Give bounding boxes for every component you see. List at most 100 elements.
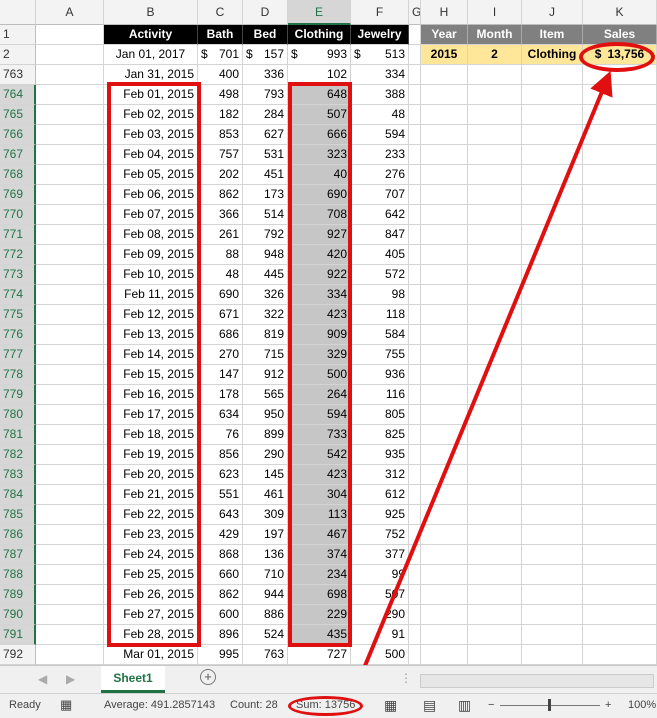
cell-bath[interactable]: 995 (198, 645, 243, 665)
cell-bed[interactable]: 461 (243, 485, 288, 505)
cell-empty[interactable] (421, 85, 468, 105)
cell-bed[interactable]: 322 (243, 305, 288, 325)
cell-bed[interactable]: 445 (243, 265, 288, 285)
column-header-i[interactable]: I (468, 0, 522, 25)
cell-empty[interactable] (421, 585, 468, 605)
cell-empty[interactable] (421, 405, 468, 425)
cell-empty[interactable] (421, 385, 468, 405)
cell-empty[interactable] (409, 125, 421, 145)
cell-bed[interactable]: 531 (243, 145, 288, 165)
cell-empty[interactable] (409, 345, 421, 365)
cell-empty[interactable] (522, 65, 583, 85)
row-header[interactable]: 778 (0, 365, 36, 385)
cell-date[interactable]: Feb 02, 2015 (104, 105, 198, 125)
cell-empty[interactable] (583, 225, 657, 245)
row-header[interactable]: 763 (0, 65, 36, 85)
column-header-e[interactable]: E (288, 0, 351, 25)
cell-date[interactable]: Feb 22, 2015 (104, 505, 198, 525)
cell-jewelry[interactable]: 233 (351, 145, 409, 165)
row-header[interactable]: 767 (0, 145, 36, 165)
add-sheet-icon[interactable]: + (200, 669, 216, 685)
cell-bed[interactable]: 715 (243, 345, 288, 365)
cell-empty[interactable] (522, 465, 583, 485)
cell-empty[interactable] (421, 605, 468, 625)
cell-jewelry[interactable]: 48 (351, 105, 409, 125)
cell-jewelry[interactable]: 312 (351, 465, 409, 485)
cell-clothing[interactable]: 234 (288, 565, 351, 585)
cell-jewelry[interactable]: 118 (351, 305, 409, 325)
row-header[interactable]: 775 (0, 305, 36, 325)
page-layout-icon[interactable]: ▤ (423, 697, 436, 714)
cell-g2[interactable] (409, 45, 421, 65)
cell-date[interactable]: Feb 13, 2015 (104, 325, 198, 345)
cell-empty[interactable] (421, 205, 468, 225)
cell-bed[interactable]: 290 (243, 445, 288, 465)
cell-empty[interactable] (421, 645, 468, 665)
cell-empty[interactable] (522, 245, 583, 265)
cell-jewelry[interactable]: 594 (351, 125, 409, 145)
cell-date[interactable]: Feb 23, 2015 (104, 525, 198, 545)
cell-empty[interactable] (468, 205, 522, 225)
cell-empty[interactable] (522, 385, 583, 405)
cell-bath[interactable]: 261 (198, 225, 243, 245)
cell-empty[interactable] (468, 145, 522, 165)
cell-a1[interactable] (36, 25, 104, 45)
cell-clothing[interactable]: 690 (288, 185, 351, 205)
cell-bed[interactable]: 912 (243, 365, 288, 385)
cell-date[interactable]: Feb 21, 2015 (104, 485, 198, 505)
cell-jewelry[interactable]: 642 (351, 205, 409, 225)
cell-bed[interactable]: 763 (243, 645, 288, 665)
cell-empty[interactable] (468, 505, 522, 525)
cell-bed[interactable]: 326 (243, 285, 288, 305)
cell-date[interactable]: Feb 17, 2015 (104, 405, 198, 425)
cell-clothing[interactable]: 374 (288, 545, 351, 565)
header-jewelry[interactable]: Jewelry (351, 25, 409, 45)
scroll-left-icon[interactable]: ◀ (38, 672, 47, 686)
cell-empty[interactable] (583, 205, 657, 225)
cell-date[interactable]: Feb 08, 2015 (104, 225, 198, 245)
cell-clothing[interactable]: 698 (288, 585, 351, 605)
cell-jewelry[interactable]: 116 (351, 385, 409, 405)
cell-empty[interactable] (421, 265, 468, 285)
cell-empty[interactable] (421, 285, 468, 305)
cell-a[interactable] (36, 125, 104, 145)
cell-empty[interactable] (421, 485, 468, 505)
header-year[interactable]: Year (421, 25, 468, 45)
cell-clothing[interactable]: 542 (288, 445, 351, 465)
cell-clothing[interactable]: 708 (288, 205, 351, 225)
cell-a2[interactable] (36, 45, 104, 65)
cell-a[interactable] (36, 585, 104, 605)
cell-bath[interactable]: 600 (198, 605, 243, 625)
header-item[interactable]: Item (522, 25, 583, 45)
cell-a[interactable] (36, 285, 104, 305)
cell-date[interactable]: Feb 04, 2015 (104, 145, 198, 165)
cell-jewelry[interactable]: $513 (351, 45, 409, 65)
cell-empty[interactable] (583, 345, 657, 365)
cell-clothing[interactable]: 666 (288, 125, 351, 145)
cell-empty[interactable] (522, 645, 583, 665)
cell-date[interactable]: Feb 26, 2015 (104, 585, 198, 605)
cell-empty[interactable] (522, 425, 583, 445)
cell-bath[interactable]: 76 (198, 425, 243, 445)
cell-a[interactable] (36, 85, 104, 105)
cell-item[interactable]: Clothing (522, 45, 583, 65)
cell-bed[interactable]: 944 (243, 585, 288, 605)
cell-jewelry[interactable]: 334 (351, 65, 409, 85)
cell-date[interactable]: Feb 10, 2015 (104, 265, 198, 285)
cell-empty[interactable] (409, 265, 421, 285)
cell-bed[interactable]: 899 (243, 425, 288, 445)
cell-empty[interactable] (421, 245, 468, 265)
cell-empty[interactable] (409, 525, 421, 545)
cell-clothing[interactable]: 102 (288, 65, 351, 85)
cell-empty[interactable] (421, 425, 468, 445)
cell-a[interactable] (36, 465, 104, 485)
cell-empty[interactable] (522, 85, 583, 105)
cell-clothing[interactable]: 229 (288, 605, 351, 625)
cell-date[interactable]: Feb 12, 2015 (104, 305, 198, 325)
cell-empty[interactable] (468, 65, 522, 85)
cell-empty[interactable] (522, 165, 583, 185)
cell-clothing[interactable]: 423 (288, 305, 351, 325)
cell-bed[interactable]: 284 (243, 105, 288, 125)
cell-empty[interactable] (522, 225, 583, 245)
cell-empty[interactable] (421, 145, 468, 165)
